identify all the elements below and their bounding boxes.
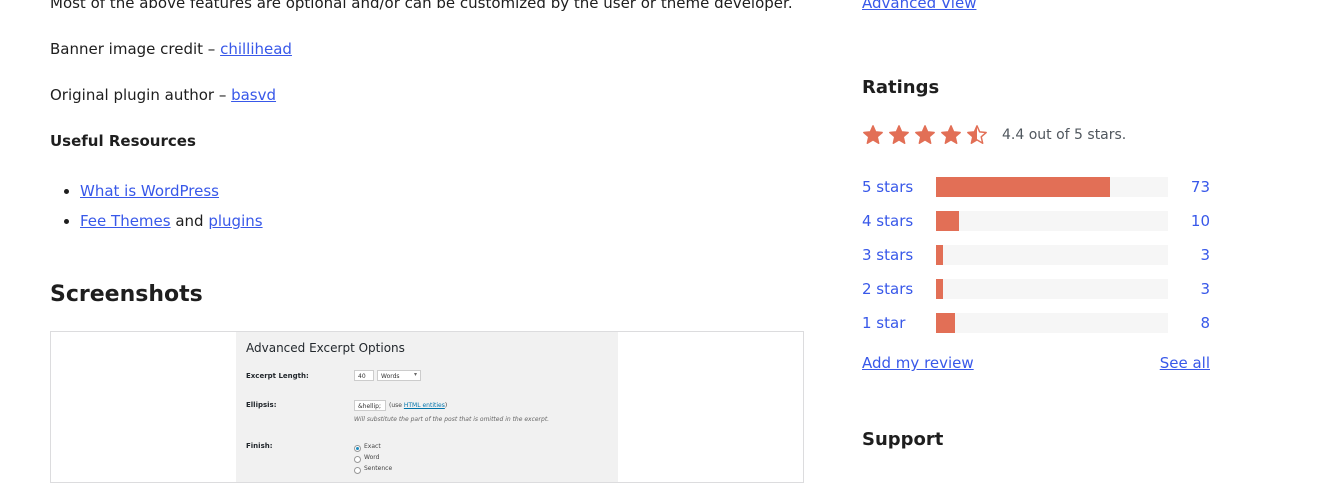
rating-bar-fill <box>936 313 955 333</box>
rating-stars <box>862 124 992 146</box>
rating-bar-fill <box>936 211 960 231</box>
rating-row-3-stars[interactable]: 3 stars 3 <box>862 245 1210 265</box>
ellipsis-note: Will substitute the part of the post tha… <box>354 416 550 423</box>
rating-bar-1-star <box>936 313 1168 333</box>
rating-label-1-star[interactable]: 1 star <box>862 313 905 333</box>
screenshot-image[interactable]: Advanced Excerpt Options Excerpt Length:… <box>236 332 618 482</box>
star-filled-icon <box>889 125 909 144</box>
chevron-down-icon: ▾ <box>414 371 418 378</box>
plugin-author-credit: Original plugin author – basvd <box>50 85 276 105</box>
resource-list: What is WordPress Fee Themes and plugins <box>50 176 263 236</box>
rating-bar-5-stars <box>936 177 1168 197</box>
html-entities-link: HTML entities <box>403 402 445 409</box>
plugin-description: Most of the above features are optional … <box>50 0 804 483</box>
rating-row-1-star[interactable]: 1 star 8 <box>862 313 1210 333</box>
useful-resources-heading: Useful Resources <box>50 132 196 150</box>
star-filled-icon <box>863 125 883 144</box>
advanced-view-link[interactable]: Advanced View <box>862 0 976 13</box>
rating-bar-2-stars <box>936 279 1168 299</box>
star-filled-icon <box>941 125 961 144</box>
ellipsis-hint: (use HTML entities) <box>389 402 447 409</box>
plugin-author-label: Original plugin author – <box>50 86 232 104</box>
rating-label-2-stars[interactable]: 2 stars <box>862 279 913 299</box>
rating-bar-3-stars <box>936 245 1168 265</box>
ellipsis-label: Ellipsis: <box>246 401 277 409</box>
rating-bar-4-stars <box>936 211 1168 231</box>
rating-count-4-stars[interactable]: 10 <box>1191 211 1210 231</box>
screenshot-title: Advanced Excerpt Options <box>246 341 405 355</box>
ratings-heading: Ratings <box>862 77 940 98</box>
finish-option-exact: Exact <box>364 443 381 450</box>
star-half-icon <box>967 125 987 144</box>
finish-exact-radio <box>354 445 361 452</box>
features-note: Most of the above features are optional … <box>50 0 793 12</box>
resource-joiner: and <box>170 212 209 230</box>
plugins-link[interactable]: plugins <box>208 212 262 230</box>
star-filled-icon <box>915 125 935 144</box>
banner-credit-label: Banner image credit – <box>50 40 221 58</box>
support-heading: Support <box>862 429 944 450</box>
excerpt-length-label: Excerpt Length: <box>246 372 309 380</box>
rating-bar-fill <box>936 177 1110 197</box>
rating-count-5-stars[interactable]: 73 <box>1191 177 1210 197</box>
list-item: Fee Themes and plugins <box>80 206 263 236</box>
rating-row-2-stars[interactable]: 2 stars 3 <box>862 279 1210 299</box>
finish-sentence-radio <box>354 467 361 474</box>
finish-label: Finish: <box>246 442 273 450</box>
plugin-author-link[interactable]: basvd <box>231 86 276 104</box>
see-all-reviews-link[interactable]: See all <box>1160 353 1210 373</box>
rating-label-3-stars[interactable]: 3 stars <box>862 245 913 265</box>
rating-count-2-stars[interactable]: 3 <box>1200 279 1210 299</box>
excerpt-length-input: 40 <box>354 370 374 381</box>
ellipsis-hint-prefix: (use <box>389 402 404 409</box>
rating-bar-fill <box>936 245 943 265</box>
finish-option-word: Word <box>364 454 380 461</box>
ellipsis-hint-suffix: ) <box>444 402 448 409</box>
finish-word-radio <box>354 456 361 463</box>
rating-count-3-stars[interactable]: 3 <box>1200 245 1210 265</box>
rating-summary: 4.4 out of 5 stars. <box>1002 127 1127 143</box>
rating-row-4-stars[interactable]: 4 stars 10 <box>862 211 1210 231</box>
rating-row-5-stars[interactable]: 5 stars 73 <box>862 177 1210 197</box>
add-review-link[interactable]: Add my review <box>862 353 974 373</box>
rating-count-1-star[interactable]: 8 <box>1200 313 1210 333</box>
rating-label-5-stars[interactable]: 5 stars <box>862 177 913 197</box>
rating-label-4-stars[interactable]: 4 stars <box>862 211 913 231</box>
star-rating: 4.4 out of 5 stars. <box>862 124 1126 146</box>
fee-themes-link[interactable]: Fee Themes <box>80 212 171 230</box>
rating-bar-fill <box>936 279 943 299</box>
banner-credit-link[interactable]: chillihead <box>220 40 292 58</box>
what-is-wordpress-link[interactable]: What is WordPress <box>80 182 219 200</box>
screenshots-heading: Screenshots <box>50 282 203 307</box>
finish-option-sentence: Sentence <box>364 465 393 472</box>
banner-credit: Banner image credit – chillihead <box>50 39 292 59</box>
list-item: What is WordPress <box>80 176 263 206</box>
screenshot-frame[interactable]: Advanced Excerpt Options Excerpt Length:… <box>50 331 804 483</box>
ellipsis-input: &hellip; <box>354 400 386 411</box>
plugin-sidebar: Advanced View Ratings 4.4 out of 5 stars… <box>862 0 1210 470</box>
